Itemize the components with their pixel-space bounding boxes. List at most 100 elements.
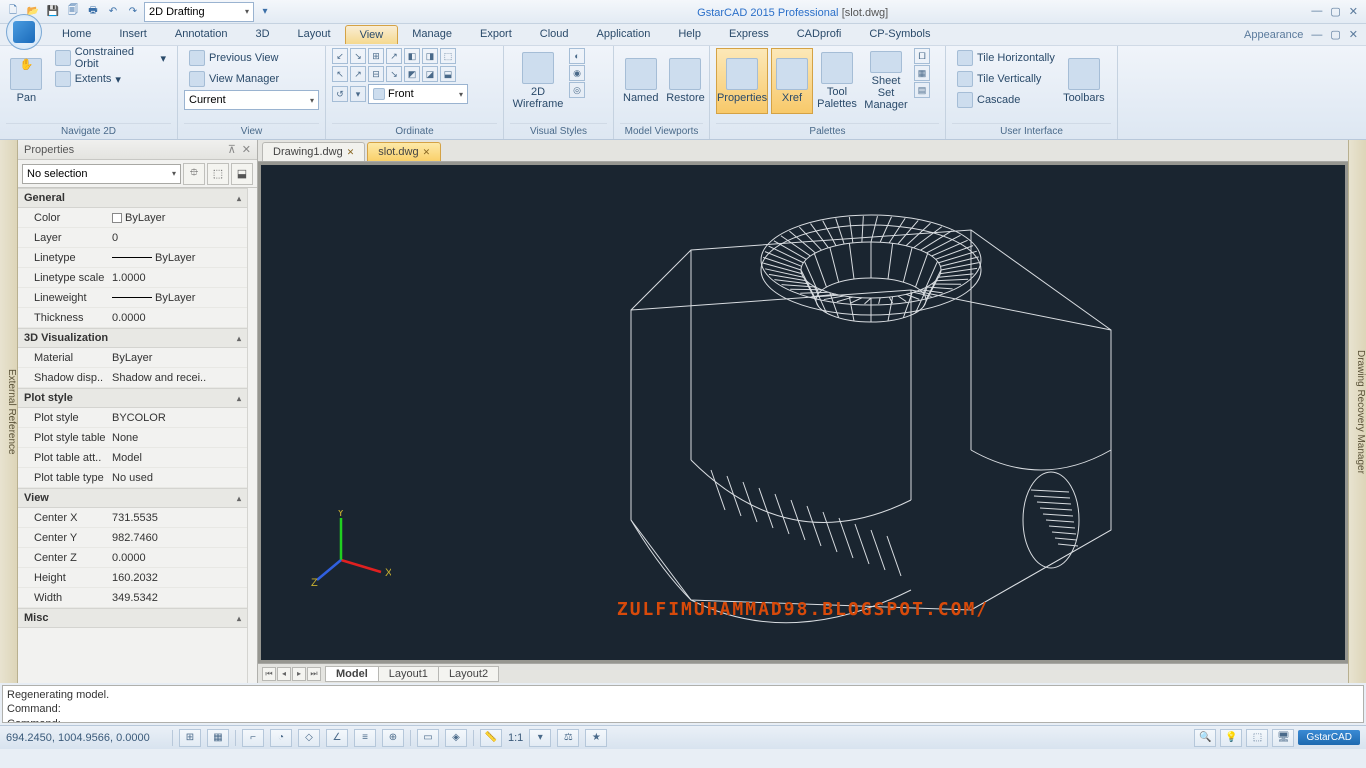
ordinate-btn-1[interactable]: ↙ xyxy=(332,48,348,64)
ordinate-btn-7[interactable]: ⬚ xyxy=(440,48,456,64)
doctab-slot.dwg[interactable]: slot.dwg✕ xyxy=(367,142,441,161)
vstyle-btn-3[interactable]: ◎ xyxy=(569,82,585,98)
panel-close-icon[interactable]: ✕ xyxy=(242,143,251,156)
prop-row[interactable]: Center X731.5535 xyxy=(18,508,247,528)
selection-combo[interactable]: No selection xyxy=(22,164,181,184)
menu-express[interactable]: Express xyxy=(715,25,783,44)
command-line[interactable]: Regenerating model. Command: Command: xyxy=(2,685,1364,723)
lock-icon[interactable]: ⬚ xyxy=(1246,729,1268,747)
layout-first-icon[interactable]: ⏮ xyxy=(262,667,276,681)
menu-cp-symbols[interactable]: CP-Symbols xyxy=(855,25,944,44)
lweight-toggle[interactable]: ≡ xyxy=(354,729,376,747)
palette-btn-1[interactable]: 🞐 xyxy=(914,48,930,64)
prop-row[interactable]: Center Z0.0000 xyxy=(18,548,247,568)
ortho-toggle[interactable]: ⌐ xyxy=(242,729,264,747)
prop-row[interactable]: Center Y982.7460 xyxy=(18,528,247,548)
menu-3d[interactable]: 3D xyxy=(241,25,283,44)
menu-help[interactable]: Help xyxy=(664,25,715,44)
brand-badge[interactable]: GstarCAD xyxy=(1298,730,1360,745)
otrack-toggle[interactable]: ∠ xyxy=(326,729,348,747)
qat-saveas-icon[interactable]: 🗐 xyxy=(64,3,82,21)
ordinate-btn-10[interactable]: ⊟ xyxy=(368,66,384,82)
layout-last-icon[interactable]: ⏭ xyxy=(307,667,321,681)
doc-minimize-icon[interactable]: — xyxy=(1311,29,1322,41)
constrained-orbit-button[interactable]: Constrained Orbit ▾ xyxy=(50,48,171,68)
ordinate-btn-12[interactable]: ◩ xyxy=(404,66,420,82)
coordinates-readout[interactable]: 694.2450, 1004.9566, 0.0000 xyxy=(6,732,166,744)
named-viewports-button[interactable]: Named xyxy=(620,48,661,114)
annoscale-toggle[interactable]: ⚖ xyxy=(557,729,579,747)
ordinate-btn-5[interactable]: ◧ xyxy=(404,48,420,64)
ordinate-btn-8[interactable]: ↖ xyxy=(332,66,348,82)
scale-readout[interactable]: 1:1 xyxy=(508,732,523,744)
tool-palettes-button[interactable]: Tool Palettes xyxy=(816,48,858,114)
prop-row[interactable]: Lineweight ByLayer xyxy=(18,288,247,308)
doctab-Drawing1.dwg[interactable]: Drawing1.dwg✕ xyxy=(262,142,365,161)
external-reference-tab[interactable]: External Reference xyxy=(0,140,18,683)
doctab-close-icon[interactable]: ✕ xyxy=(423,147,431,158)
prop-category-3d-visualization[interactable]: 3D Visualization xyxy=(18,328,247,348)
wireframe-button[interactable]: 2D Wireframe xyxy=(510,48,566,114)
grid-toggle[interactable]: ▦ xyxy=(207,729,229,747)
layout-tab-layout2[interactable]: Layout2 xyxy=(438,666,499,682)
quick-select-icon[interactable]: ⯐ xyxy=(183,163,205,185)
properties-scrollbar[interactable] xyxy=(247,188,257,683)
qat-save-icon[interactable]: 💾 xyxy=(44,3,62,21)
ordinate-btn-16[interactable]: ▾ xyxy=(350,86,366,102)
workspace-combo[interactable]: 2D Drafting xyxy=(144,2,254,22)
minimize-icon[interactable]: — xyxy=(1311,5,1322,18)
tile-vertical-button[interactable]: Tile Vertically xyxy=(952,69,1060,89)
close-icon[interactable]: ✕ xyxy=(1349,5,1358,18)
prop-category-plot-style[interactable]: Plot style xyxy=(18,388,247,408)
restore-viewport-button[interactable]: Restore xyxy=(664,48,706,114)
drawing-recovery-tab[interactable]: Drawing Recovery Manager xyxy=(1348,140,1366,683)
prop-row[interactable]: Width349.5342 xyxy=(18,588,247,608)
menu-home[interactable]: Home xyxy=(48,25,105,44)
hw-accel-icon[interactable]: 🖥 xyxy=(1272,729,1294,747)
magnify-icon[interactable]: 🔍 xyxy=(1194,729,1216,747)
layout-prev-icon[interactable]: ◂ xyxy=(277,667,291,681)
pan-button[interactable]: ✋Pan xyxy=(6,48,47,114)
scale-button[interactable]: 📏 xyxy=(480,729,502,747)
autoscale-toggle[interactable]: ★ xyxy=(585,729,607,747)
tile-horizontal-button[interactable]: Tile Horizontally xyxy=(952,48,1060,68)
ordinate-btn-15[interactable]: ↺ xyxy=(332,86,348,102)
prop-row[interactable]: Plot style tableNone xyxy=(18,428,247,448)
drawing-canvas[interactable]: X Y Z ZULFIMUHAMMAD98.BLOGSPOT.COM/ xyxy=(261,165,1345,660)
osnap-toggle[interactable]: ◇ xyxy=(298,729,320,747)
sheet-set-button[interactable]: Sheet Set Manager xyxy=(861,48,911,114)
xref-palette-button[interactable]: Xref xyxy=(771,48,813,114)
menu-view[interactable]: View xyxy=(345,25,399,44)
qat-undo-icon[interactable]: ↶ xyxy=(104,3,122,21)
prop-row[interactable]: Linetype ByLayer xyxy=(18,248,247,268)
layout-next-icon[interactable]: ▸ xyxy=(292,667,306,681)
layout-tab-model[interactable]: Model xyxy=(325,666,379,682)
front-combo[interactable]: Front xyxy=(368,84,468,104)
ordinate-btn-13[interactable]: ◪ xyxy=(422,66,438,82)
vstyle-btn-1[interactable]: ◐ xyxy=(569,48,585,64)
scale-drop-icon[interactable]: ▾ xyxy=(529,729,551,747)
prop-row[interactable]: Linetype scale1.0000 xyxy=(18,268,247,288)
qat-print-icon[interactable]: 🖶 xyxy=(84,3,102,21)
prop-row[interactable]: ColorByLayer xyxy=(18,208,247,228)
toolbars-button[interactable]: Toolbars xyxy=(1063,48,1105,114)
cascade-button[interactable]: Cascade xyxy=(952,90,1060,110)
cycle-toggle[interactable]: ◈ xyxy=(445,729,467,747)
prop-row[interactable]: Plot table att..Model xyxy=(18,448,247,468)
prop-row[interactable]: Height160.2032 xyxy=(18,568,247,588)
view-manager-button[interactable]: View Manager xyxy=(184,69,319,89)
pin-icon[interactable]: ⊼ xyxy=(228,143,236,156)
prop-category-view[interactable]: View xyxy=(18,488,247,508)
snap-toggle[interactable]: ⊞ xyxy=(179,729,201,747)
app-menu-button[interactable] xyxy=(6,14,42,50)
prop-row[interactable]: Plot table typeNo used xyxy=(18,468,247,488)
doctab-close-icon[interactable]: ✕ xyxy=(347,147,355,158)
current-view-combo[interactable]: Current xyxy=(184,90,319,110)
extents-button[interactable]: Extents ▾ xyxy=(50,69,171,89)
prop-row[interactable]: Layer0 xyxy=(18,228,247,248)
palette-btn-2[interactable]: ▦ xyxy=(914,65,930,81)
prop-row[interactable]: Shadow disp..Shadow and recei.. xyxy=(18,368,247,388)
previous-view-button[interactable]: Previous View xyxy=(184,48,319,68)
maximize-icon[interactable]: ▢ xyxy=(1330,5,1340,18)
qat-redo-icon[interactable]: ↷ xyxy=(124,3,142,21)
